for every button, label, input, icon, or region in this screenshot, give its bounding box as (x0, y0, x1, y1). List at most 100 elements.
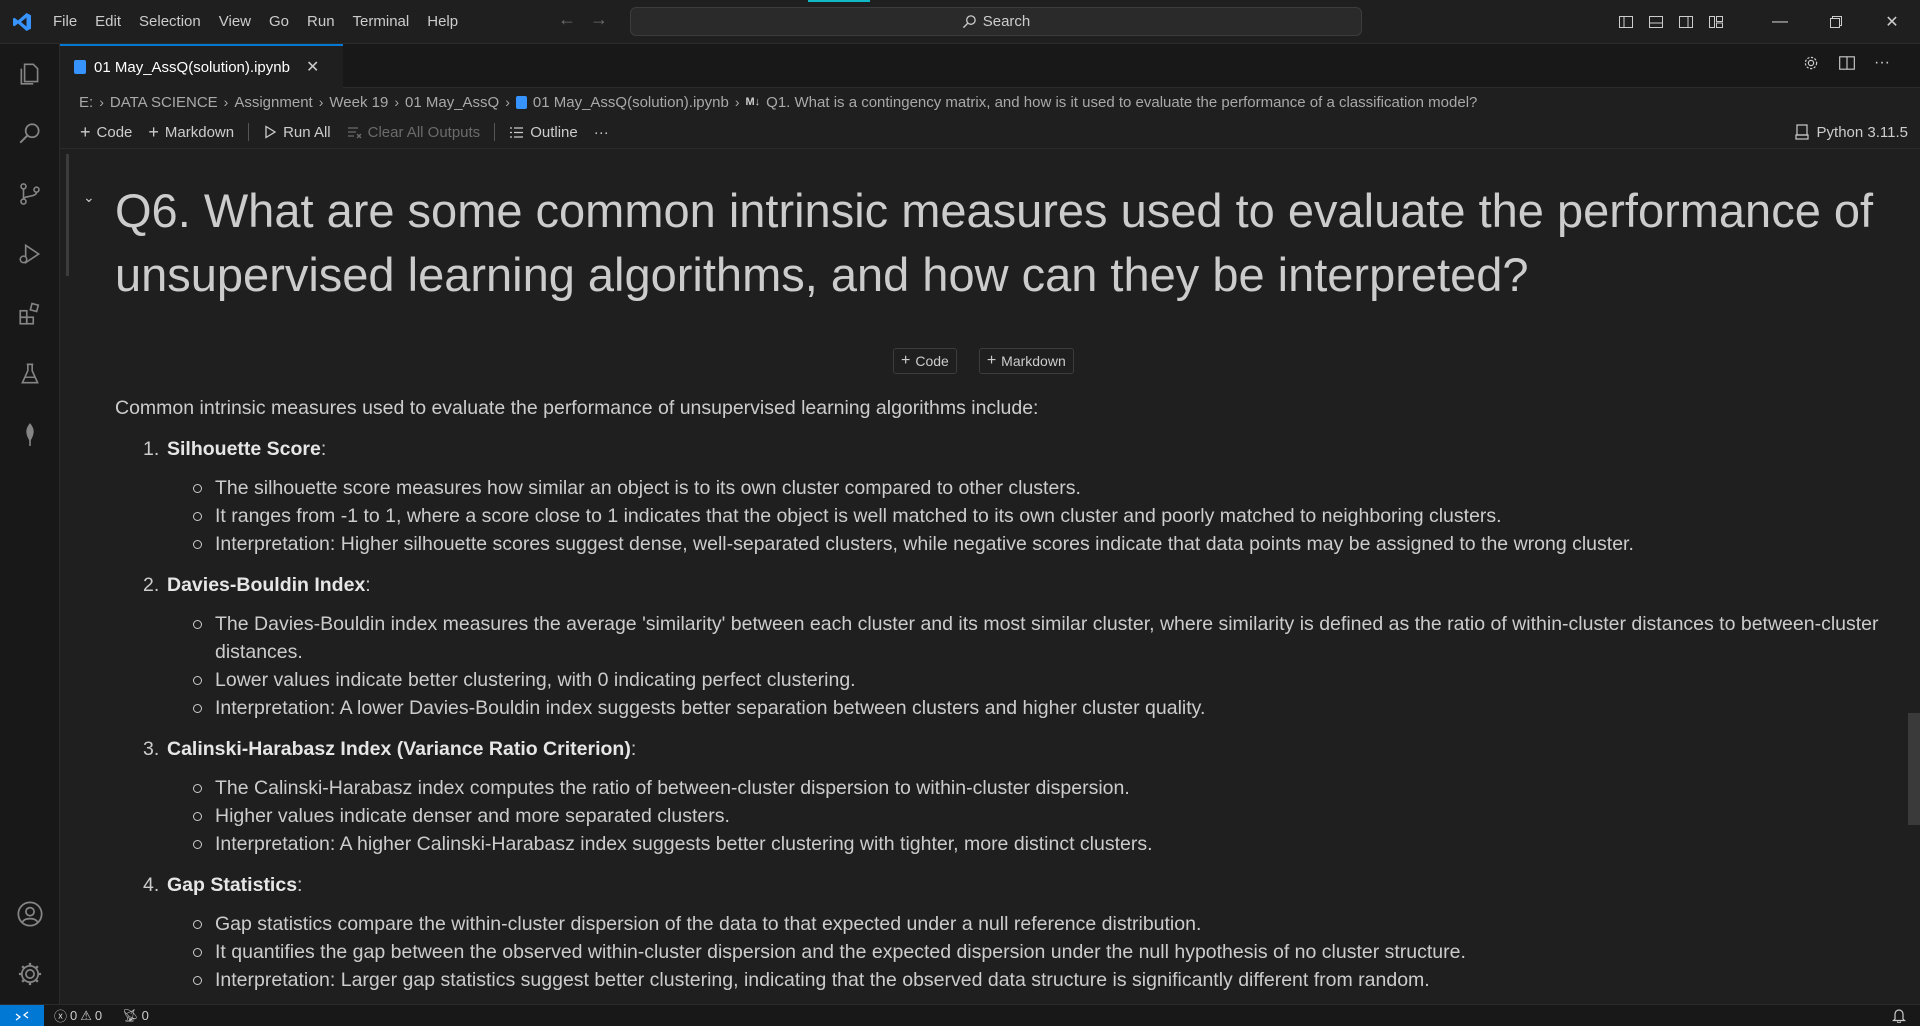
menu-go[interactable]: Go (260, 8, 298, 36)
measure-item: 4. Gap Statistics: Gap statistics compare… (143, 868, 1905, 994)
error-count: 0 (70, 1008, 78, 1023)
notebook-cells: ⌄ Q6. What are some common intrinsic mea… (60, 149, 1920, 1004)
bullet-item: It ranges from -1 to 1, where a score cl… (193, 502, 1905, 530)
breadcrumb-folder[interactable]: 01 May_AssQ (405, 94, 499, 111)
kernel-picker[interactable]: Python 3.11.5 (1794, 116, 1908, 148)
extensions-icon[interactable] (0, 286, 60, 342)
menu-terminal[interactable]: Terminal (344, 8, 419, 36)
kernel-icon (1794, 124, 1809, 140)
add-markdown-cell-button[interactable]: + Markdown (140, 119, 242, 145)
measure-title: 3. Calinski-Harabasz Index (Variance Rati… (143, 738, 637, 760)
bullet-item: Gap statistics compare the within-cluste… (193, 910, 1905, 938)
add-code-label: Code (96, 123, 133, 141)
cell-heading: Q6. What are some common intrinsic measu… (115, 184, 1874, 301)
nav-arrows: ← → (558, 9, 608, 30)
breadcrumb-drive[interactable]: E: (79, 94, 93, 111)
mongodb-leaf-icon[interactable] (0, 406, 60, 462)
settings-gear-icon[interactable] (1802, 54, 1820, 72)
menu-file[interactable]: File (44, 8, 86, 36)
warning-icon: ⚠ (80, 1007, 92, 1023)
clear-all-label: Clear All Outputs (367, 123, 481, 141)
bullet-item: Interpretation: A higher Calinski-Haraba… (193, 830, 1905, 858)
measure-item: 1. Silhouette Score: The silhouette score… (143, 432, 1905, 558)
plus-icon: + (901, 352, 911, 369)
clear-all-outputs-button[interactable]: Clear All Outputs (339, 119, 489, 145)
breadcrumb-week[interactable]: Week 19 (329, 94, 388, 111)
insert-code-cell-button[interactable]: + Code (893, 348, 957, 374)
problems-status[interactable]: ⓧ 0 ⚠ 0 (54, 1006, 102, 1025)
breadcrumb-cell[interactable]: Q1. What is a contingency matrix, and ho… (766, 94, 1477, 111)
breadcrumb: E: › DATA SCIENCE › Assignment › Week 19 › 0… (79, 93, 1478, 111)
add-code-cell-button[interactable]: + Code (72, 119, 140, 145)
search-sidebar-icon[interactable] (0, 106, 60, 162)
more-actions-icon[interactable]: ··· (1874, 54, 1890, 72)
testing-flask-icon[interactable] (0, 346, 60, 402)
menu-help[interactable]: Help (418, 8, 467, 36)
outline-button[interactable]: Outline (501, 119, 586, 145)
command-center-search[interactable]: Search (630, 7, 1362, 36)
plus-icon: + (148, 121, 159, 142)
notebook-file-icon (74, 60, 86, 74)
accounts-icon[interactable] (0, 886, 60, 942)
remote-indicator-icon[interactable] (0, 1004, 44, 1026)
error-icon: ⓧ (54, 1009, 68, 1024)
run-all-button[interactable]: Run All (255, 119, 339, 145)
warning-count: 0 (94, 1008, 103, 1023)
split-editor-icon[interactable] (1838, 54, 1856, 72)
manage-gear-icon[interactable] (0, 946, 60, 1002)
customize-layout-icon[interactable] (1702, 8, 1730, 36)
back-arrow-icon[interactable]: ← (558, 9, 576, 30)
toggle-panel-icon[interactable] (1642, 8, 1670, 36)
outline-icon (510, 126, 524, 138)
breadcrumb-data-science[interactable]: DATA SCIENCE (110, 94, 218, 111)
source-control-icon[interactable] (0, 166, 60, 222)
breadcrumb-file[interactable]: 01 May_AssQ(solution).ipynb (533, 94, 729, 111)
editor-actions: ··· (1802, 54, 1890, 72)
run-all-icon (265, 125, 277, 139)
measure-item: 3. Calinski-Harabasz Index (Variance Rati… (143, 732, 1905, 858)
toolbar-more-button[interactable]: ··· (586, 119, 617, 145)
cell-execution-bar[interactable] (66, 154, 69, 276)
measure-title: 2. Davies-Bouldin Index: (143, 574, 371, 596)
ports-status[interactable]: 📡︎ 0 (122, 1008, 149, 1024)
menu-edit[interactable]: Edit (86, 8, 130, 36)
outline-label: Outline (530, 123, 578, 141)
bullet-item: The Davies-Bouldin index measures the av… (193, 610, 1905, 666)
restore-icon[interactable] (1808, 0, 1864, 44)
toggle-secondary-sidebar-icon[interactable] (1672, 8, 1700, 36)
breadcrumb-assignment[interactable]: Assignment (234, 94, 312, 111)
vscode-logo-icon (0, 0, 44, 44)
clear-all-icon (347, 126, 362, 138)
toggle-primary-sidebar-icon[interactable] (1612, 8, 1640, 36)
search-icon (962, 15, 976, 29)
broadcast-icon: 📡︎ (122, 1007, 139, 1023)
close-tab-icon[interactable]: ✕ (306, 57, 319, 77)
measure-title: 4. Gap Statistics: (143, 874, 303, 896)
markdown-cell[interactable]: Common intrinsic measures used to evalua… (115, 394, 1905, 1004)
menu-view[interactable]: View (210, 8, 260, 36)
notifications-bell-icon[interactable] (1892, 1008, 1906, 1026)
tab-notebook[interactable]: 01 May_AssQ(solution).ipynb ✕ (60, 44, 343, 88)
title-accent (808, 0, 870, 2)
menu-run[interactable]: Run (298, 8, 344, 36)
run-debug-icon[interactable] (0, 226, 60, 282)
vertical-scrollbar[interactable] (1908, 713, 1920, 825)
activity-bar (0, 44, 60, 1004)
measure-title: 1. Silhouette Score: (143, 438, 327, 460)
chevron-down-icon[interactable]: ⌄ (83, 189, 95, 206)
ports-count: 0 (141, 1008, 149, 1023)
bullet-item: The Calinski-Harabasz index computes the… (193, 774, 1905, 802)
insert-markdown-cell-button[interactable]: + Markdown (978, 348, 1074, 374)
bullet-item: Higher values indicate denser and more s… (193, 802, 1905, 830)
explorer-icon[interactable] (0, 46, 60, 102)
minimize-icon[interactable]: — (1752, 0, 1808, 44)
bullet-item: The silhouette score measures how simila… (193, 474, 1905, 502)
add-markdown-label: Markdown (164, 123, 235, 141)
notebook-file-icon (515, 95, 527, 109)
forward-arrow-icon[interactable]: → (590, 9, 608, 30)
tabs-row: 01 May_AssQ(solution).ipynb ✕ ··· (60, 44, 1920, 88)
plus-icon: + (80, 121, 91, 142)
measure-bullets: Gap statistics compare the within-cluste… (193, 910, 1905, 994)
close-window-icon[interactable]: ✕ (1864, 0, 1920, 44)
menu-selection[interactable]: Selection (130, 8, 210, 36)
